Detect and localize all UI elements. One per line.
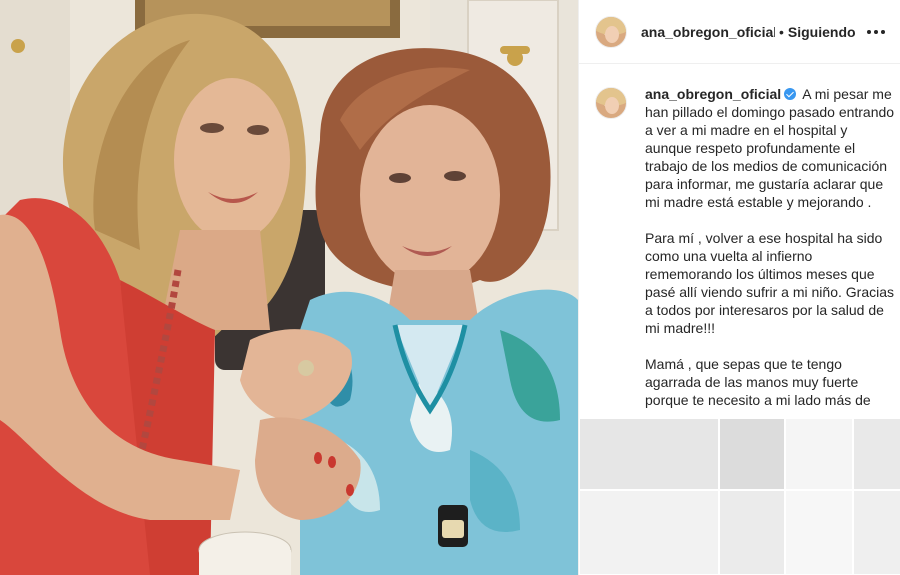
caption-text: ana_obregon_oficial A mi pesar me han pi…	[645, 85, 895, 415]
following-button[interactable]: Siguiendo	[788, 24, 856, 40]
blur-block	[719, 490, 785, 575]
post-photo[interactable]	[0, 0, 578, 575]
blur-block	[785, 418, 853, 490]
more-horizontal-icon[interactable]	[863, 20, 889, 44]
blur-block	[579, 490, 719, 575]
caption-section: ana_obregon_oficial A mi pesar me han pi…	[595, 85, 895, 415]
blur-block	[853, 490, 900, 575]
caption-avatar[interactable]	[595, 87, 627, 119]
blur-block	[785, 490, 853, 575]
verified-badge-icon	[784, 88, 797, 100]
caption-paragraph-2: Para mí , volver a ese hospital ha sido …	[645, 230, 894, 336]
post-side-panel: ana_obregon_oficial • Siguiendo ana_obre…	[578, 0, 900, 575]
avatar[interactable]	[595, 15, 627, 48]
caption-paragraph-1: A mi pesar me han pillado el domingo pas…	[645, 86, 895, 210]
blurred-comments-area	[579, 418, 900, 575]
post-photo-illustration	[0, 0, 578, 575]
caption-paragraph-3: Mamá , que sepas que te tengo agarrada d…	[645, 356, 871, 408]
post-header: ana_obregon_oficial • Siguiendo	[579, 0, 900, 64]
post-username[interactable]: ana_obregon_oficial	[641, 24, 775, 40]
caption-username[interactable]: ana_obregon_oficial	[645, 86, 781, 102]
blur-block	[853, 418, 900, 490]
separator-dot: •	[779, 23, 784, 40]
blur-block	[719, 418, 785, 490]
blur-block	[579, 418, 719, 490]
